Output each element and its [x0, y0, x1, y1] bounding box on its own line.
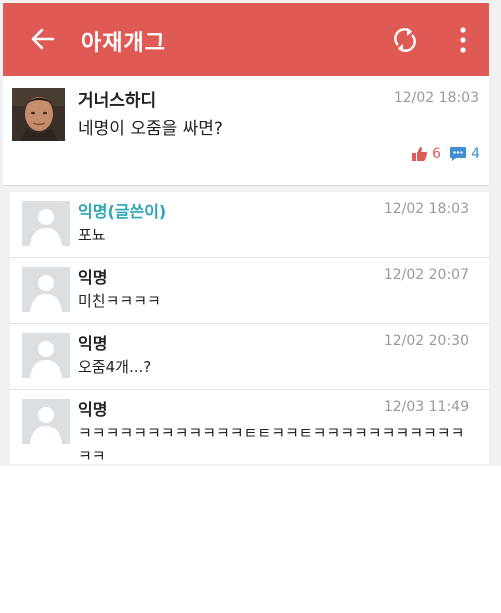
post-author[interactable]: 거너스하디	[78, 86, 156, 111]
comment-text: 포뇨	[78, 226, 106, 244]
page-title: 아재개그	[81, 31, 166, 56]
comment-author: 익명	[78, 268, 108, 287]
comment-time: 12/02 20:07	[383, 267, 469, 283]
refresh-icon[interactable]	[390, 25, 420, 55]
default-avatar-icon	[22, 333, 70, 378]
comment-list: 익명(글쓴이) 12/02 18:03 포뇨 익명 12/02 20:07 미친…	[10, 192, 489, 464]
post-body: 네명이 오줌을 싸면?	[78, 119, 223, 139]
comment-text: 오줌4개...?	[78, 358, 152, 376]
comment-text: 미친ㅋㅋㅋㅋ	[78, 292, 161, 310]
comment-time: 12/02 18:03	[383, 201, 469, 217]
default-avatar-icon	[22, 267, 70, 312]
like-stat[interactable]: 6	[411, 146, 441, 162]
comment-author: 익명	[78, 400, 108, 419]
thumbs-up-icon	[412, 147, 428, 161]
comment-bubble-icon	[450, 147, 467, 161]
comment-time: 12/02 20:30	[383, 333, 469, 349]
app-bar: 아재개그	[3, 3, 489, 76]
post-time: 12/02 18:03	[393, 90, 479, 106]
author-avatar[interactable]	[12, 88, 65, 141]
more-vert-icon[interactable]	[455, 25, 471, 55]
screen-frame: 아재개그 거너스하디 12/02 18:03 네명이 오줌을 싸면? 6 4 익…	[0, 0, 501, 466]
comment-author: 익명(글쓴이)	[78, 202, 167, 221]
comment-text: ㅋㅋㅋㅋㅋㅋㅋㅋㅋㅋㅋㅋㅌㅌㅋㅋㅌㅋㅋㅋㅋㅋㅋㅋㅋㅋㅋㅋㅋㅋ	[78, 424, 465, 464]
comment-item: 익명(글쓴이) 12/02 18:03 포뇨	[10, 192, 489, 258]
comment-time: 12/03 11:49	[383, 399, 469, 415]
comment-item: 익명 12/03 11:49 ㅋㅋㅋㅋㅋㅋㅋㅋㅋㅋㅋㅋㅌㅌㅋㅋㅌㅋㅋㅋㅋㅋㅋㅋㅋ…	[10, 390, 489, 464]
comment-item: 익명 12/02 20:30 오줌4개...?	[10, 324, 489, 390]
default-avatar-icon	[22, 399, 70, 444]
comment-author: 익명	[78, 334, 108, 353]
post-stats: 6 4	[403, 146, 480, 162]
like-count: 6	[432, 146, 442, 162]
comment-count: 4	[471, 146, 480, 162]
comment-stat[interactable]: 4	[449, 146, 480, 162]
author-photo-image	[12, 88, 65, 141]
default-avatar-icon	[22, 201, 70, 246]
comment-item: 익명 12/02 20:07 미친ㅋㅋㅋㅋ	[10, 258, 489, 324]
back-arrow-icon[interactable]	[28, 23, 58, 55]
post-card: 거너스하디 12/02 18:03 네명이 오줌을 싸면? 6 4	[3, 76, 489, 186]
